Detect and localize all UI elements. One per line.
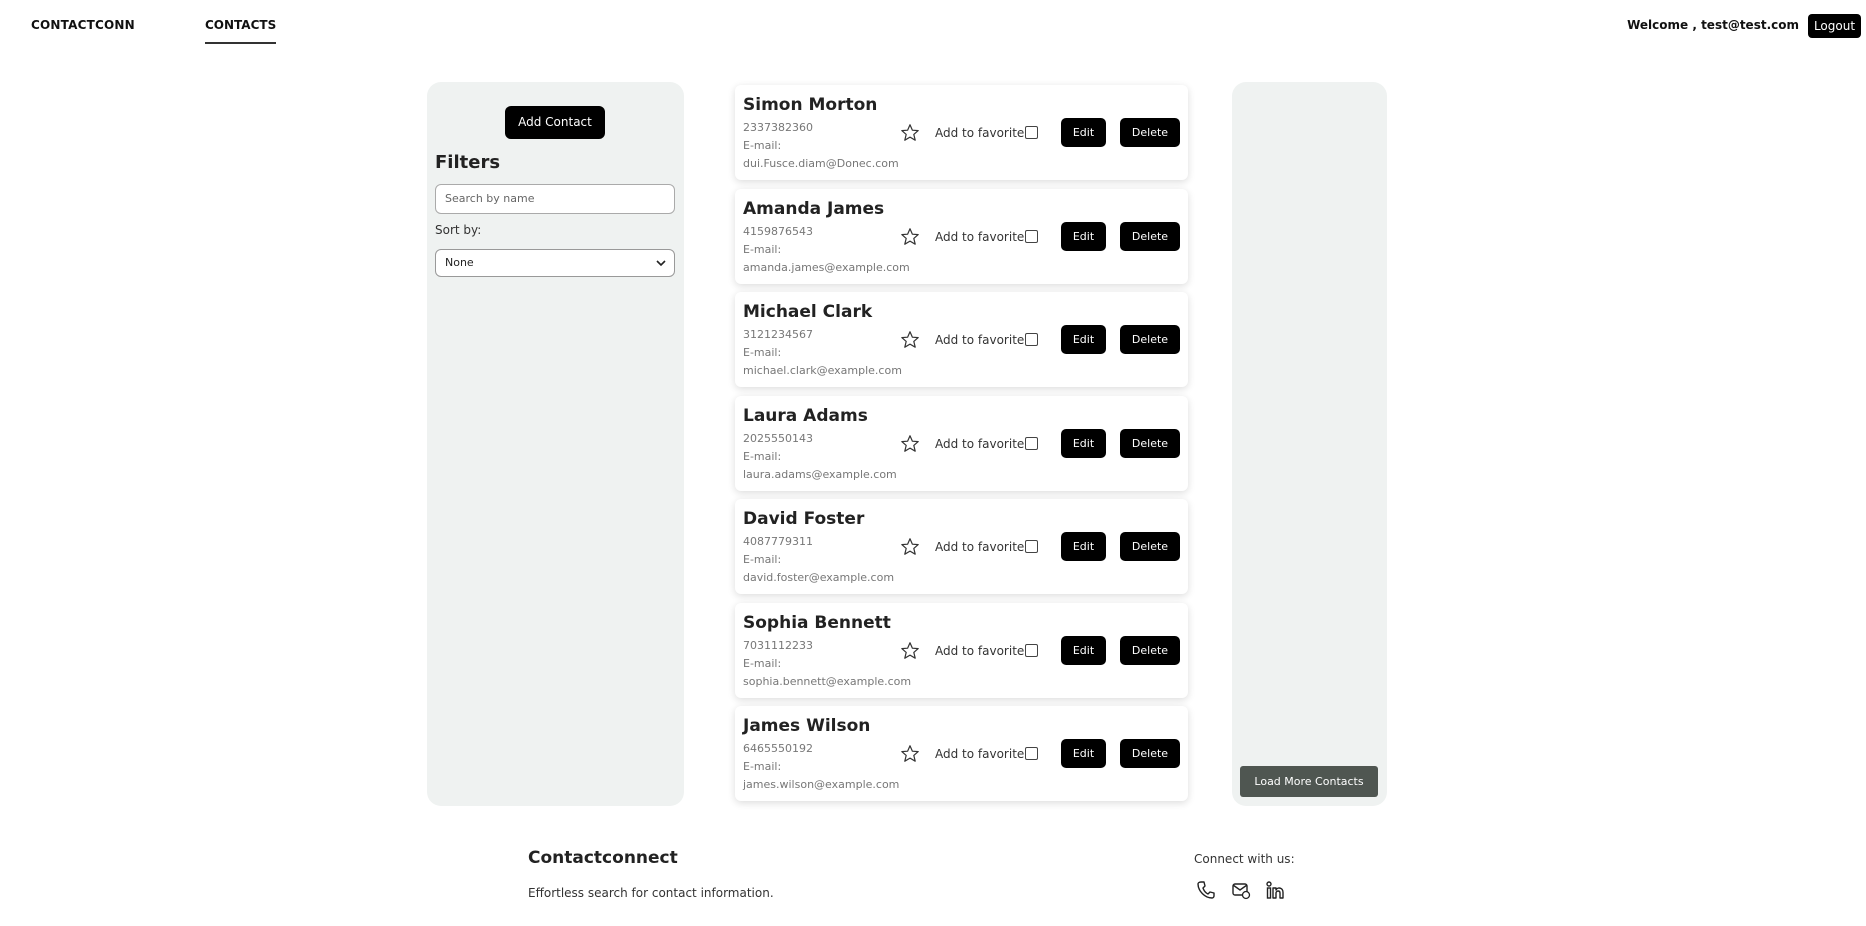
delete-button[interactable]: Delete — [1120, 118, 1180, 147]
add-to-favorite-label: Add to favorite — [935, 333, 1025, 347]
edit-button[interactable]: Edit — [1061, 635, 1106, 665]
contact-email-label: E-mail: — [743, 553, 782, 566]
edit-button[interactable]: Edit — [1061, 118, 1106, 147]
contact-name: Simon Morton — [743, 95, 878, 115]
star-icon[interactable] — [900, 434, 920, 454]
contact-card: David Foster 4087779311 E-mail: david.foste… — [735, 499, 1188, 594]
chevron-down-icon — [656, 260, 666, 267]
favorite-checkbox[interactable] — [1025, 643, 1038, 657]
favorite-checkbox[interactable] — [1025, 747, 1038, 760]
favorite-checkbox[interactable] — [1025, 436, 1038, 450]
sort-select-value: None — [445, 256, 474, 269]
contact-phone: 7031112233 — [743, 638, 813, 652]
favorite-checkbox[interactable] — [1025, 333, 1038, 346]
delete-button[interactable]: Delete — [1120, 635, 1180, 665]
brand-logo[interactable]: CONTACTCONN — [31, 18, 135, 32]
edit-button[interactable]: Edit — [1061, 739, 1106, 768]
contact-email: dui.Fusce.diam@Donec.com — [743, 157, 899, 170]
sort-select[interactable]: None — [435, 249, 675, 277]
contact-name: James Wilson — [743, 716, 871, 736]
star-icon[interactable] — [900, 537, 920, 557]
contact-email: michael.clark@example.com — [743, 364, 902, 377]
welcome-text: Welcome , test@test.com — [1627, 18, 1799, 32]
right-panel: Load More Contacts — [1232, 82, 1387, 806]
contact-phone: 2025550143 — [743, 431, 813, 445]
filters-panel: Add Contact Filters Search by name Sort … — [427, 82, 684, 806]
add-to-favorite-label: Add to favorite — [935, 229, 1025, 244]
star-icon[interactable] — [900, 227, 920, 247]
contact-email-label: E-mail: — [743, 139, 782, 152]
contact-name: David Foster — [743, 509, 865, 529]
contact-email-label: E-mail: — [743, 346, 782, 359]
delete-button[interactable]: Delete — [1120, 325, 1180, 354]
edit-button[interactable]: Edit — [1061, 532, 1106, 561]
add-contact-button[interactable]: Add Contact — [505, 106, 605, 139]
contact-email: david.foster@example.com — [743, 571, 895, 584]
delete-button[interactable]: Delete — [1120, 532, 1180, 561]
contact-card: Laura Adams 2025550143 E-mail: laura.adams@… — [735, 395, 1188, 491]
linkedin-icon[interactable] — [1265, 880, 1285, 900]
favorite-checkbox[interactable] — [1025, 540, 1038, 553]
contact-email: sophia.bennett@example.com — [743, 674, 912, 688]
add-to-favorite-label: Add to favorite — [935, 643, 1025, 658]
tab-contacts[interactable]: CONTACTS — [205, 18, 276, 44]
contact-list: Simon Morton 2337382360 E-mail: dui.Fusce.d… — [735, 85, 1188, 810]
sort-label: Sort by: — [435, 223, 482, 237]
contact-email-label: E-mail: — [743, 242, 782, 256]
contact-name: Michael Clark — [743, 302, 873, 322]
star-icon[interactable] — [900, 330, 920, 350]
contact-email-label: E-mail: — [743, 760, 782, 773]
contact-phone: 3121234567 — [743, 328, 813, 341]
connect-label: Connect with us: — [1194, 852, 1295, 866]
top-nav: CONTACTCONN CONTACTS Welcome , test@test… — [0, 0, 1866, 50]
contact-card: Michael Clark 3121234567 E-mail: michael.cl… — [735, 292, 1188, 387]
contact-name: Amanda James — [743, 198, 885, 219]
contact-card: Amanda James 4159876543 E-mail: amanda.jame… — [735, 188, 1188, 284]
load-more-button[interactable]: Load More Contacts — [1240, 766, 1378, 797]
add-to-favorite-label: Add to favorite — [935, 436, 1025, 451]
star-icon[interactable] — [900, 641, 920, 661]
contact-phone: 4087779311 — [743, 535, 813, 548]
edit-button[interactable]: Edit — [1061, 428, 1106, 458]
edit-button[interactable]: Edit — [1061, 325, 1106, 354]
favorite-checkbox[interactable] — [1025, 229, 1038, 243]
contact-card: James Wilson 6465550192 E-mail: james.wilso… — [735, 706, 1188, 801]
contact-email-label: E-mail: — [743, 449, 782, 463]
contact-card: Sophia Bennett 7031112233 E-mail: sophia.be… — [735, 602, 1188, 698]
contact-phone: 4159876543 — [743, 224, 813, 238]
contact-name: Laura Adams — [743, 405, 868, 426]
delete-button[interactable]: Delete — [1120, 428, 1180, 458]
edit-button[interactable]: Edit — [1061, 221, 1106, 251]
mail-icon[interactable] — [1231, 880, 1251, 900]
delete-button[interactable]: Delete — [1120, 221, 1180, 251]
filters-heading: Filters — [435, 152, 501, 173]
contact-email: amanda.james@example.com — [743, 260, 910, 274]
delete-button[interactable]: Delete — [1120, 739, 1180, 768]
contact-email-label: E-mail: — [743, 656, 782, 670]
footer-title: Contactconnect — [528, 848, 678, 868]
add-to-favorite-label: Add to favorite — [935, 126, 1025, 140]
add-to-favorite-label: Add to favorite — [935, 747, 1025, 761]
star-icon[interactable] — [900, 123, 920, 143]
favorite-checkbox[interactable] — [1025, 126, 1038, 139]
contact-card: Simon Morton 2337382360 E-mail: dui.Fusce.d… — [735, 85, 1188, 180]
contact-email: laura.adams@example.com — [743, 467, 897, 481]
search-input[interactable]: Search by name — [435, 184, 675, 214]
footer-tagline: Effortless search for contact informatio… — [528, 886, 774, 900]
contact-email: james.wilson@example.com — [743, 778, 900, 791]
contact-name: Sophia Bennett — [743, 612, 891, 633]
add-to-favorite-label: Add to favorite — [935, 540, 1025, 554]
phone-icon[interactable] — [1196, 880, 1216, 900]
logout-button[interactable]: Logout — [1808, 14, 1861, 38]
star-icon[interactable] — [900, 744, 920, 764]
contact-phone: 6465550192 — [743, 742, 813, 755]
contact-phone: 2337382360 — [743, 121, 813, 134]
